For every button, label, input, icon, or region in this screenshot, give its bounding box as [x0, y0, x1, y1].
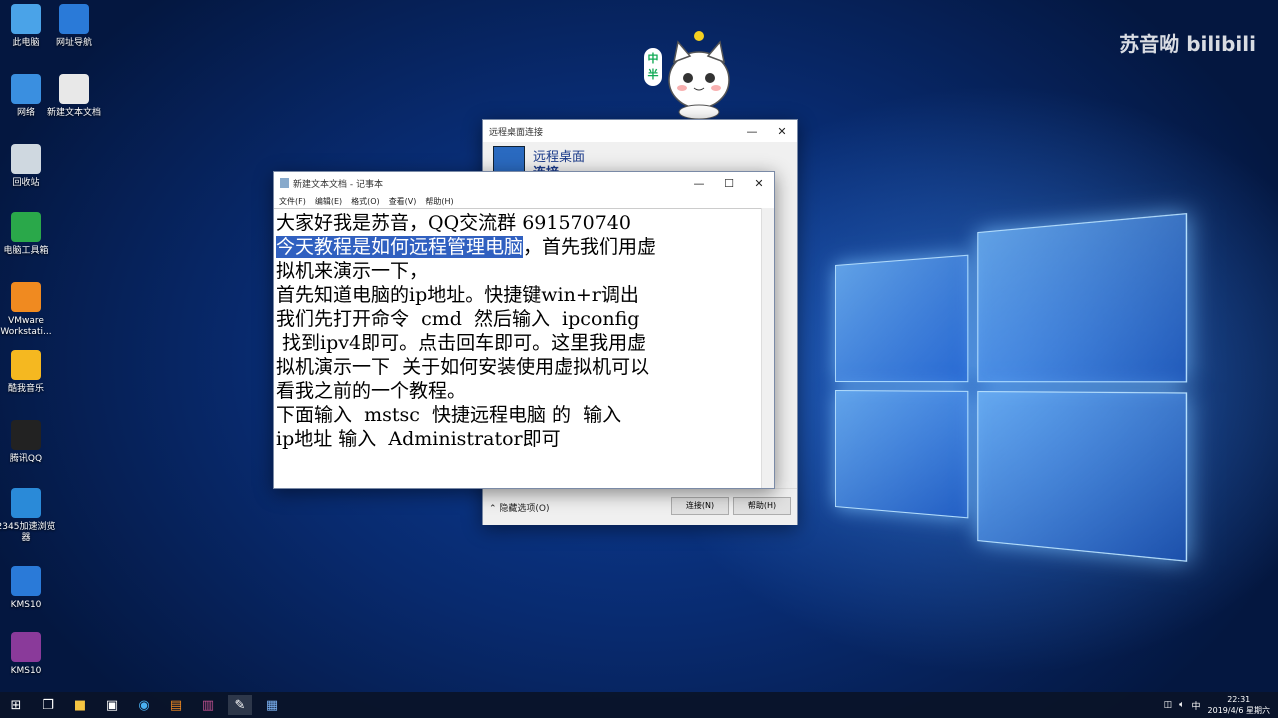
clock[interactable]: 22:31 2019/4/6 星期六: [1208, 694, 1270, 716]
selected-text: 今天教程是如何远程管理电脑: [276, 236, 524, 258]
task-view-icon[interactable]: ❐: [36, 695, 60, 715]
desktop-icon[interactable]: 2345加速浏览器: [0, 488, 56, 544]
notepad-icon: [280, 178, 289, 188]
ime-indicator[interactable]: 中: [1192, 699, 1201, 712]
sticker-text: 中半: [644, 48, 662, 86]
menu-file[interactable]: 文件(F): [279, 196, 306, 207]
app-icon: [11, 420, 41, 450]
app-icon: [11, 566, 41, 596]
rdp-options-toggle[interactable]: ⌃ 隐藏选项(O): [489, 501, 550, 514]
desktop-icon-label: 网址导航: [55, 38, 92, 48]
network-icon[interactable]: ◫: [1164, 700, 1173, 710]
windows-logo-wallpaper: [835, 188, 1191, 572]
app-icon: [11, 350, 41, 380]
maximize-icon[interactable]: ☐: [714, 177, 744, 190]
notepad-menubar: 文件(F) 编辑(E) 格式(O) 查看(V) 帮助(H): [274, 194, 774, 208]
desktop-icon-label: KMS10: [10, 666, 42, 676]
rar-icon[interactable]: ▥: [196, 695, 220, 715]
text-line: 看我之前的一个教程。: [276, 380, 467, 402]
desktop-icon[interactable]: KMS10: [0, 566, 56, 611]
text-line: 拟机演示一下 关于如何安装使用虚拟机可以: [276, 356, 650, 378]
text-line: 今天教程是如何远程管理电脑，首先我们用虚: [276, 235, 760, 259]
text-line: 我们先打开命令 cmd 然后输入 ipconfig: [276, 308, 640, 330]
cat-sticker: [668, 31, 730, 120]
close-icon[interactable]: ✕: [767, 125, 797, 138]
text-line: 拟机来演示一下，: [276, 260, 429, 282]
connect-button[interactable]: 连接(N): [671, 497, 729, 515]
notepad-title: 新建文本文档 - 记事本: [293, 179, 383, 190]
minimize-icon[interactable]: —: [684, 177, 714, 190]
desktop-icon-label: KMS10: [10, 600, 42, 610]
notepad-window[interactable]: 新建文本文档 - 记事本 — ☐ ✕ 文件(F) 编辑(E) 格式(O) 查看(…: [273, 171, 775, 489]
desktop-icon[interactable]: 电脑工具箱: [0, 212, 56, 257]
vertical-scrollbar[interactable]: [761, 208, 774, 488]
menu-view[interactable]: 查看(V): [389, 196, 417, 207]
menu-format[interactable]: 格式(O): [351, 196, 380, 207]
app-icon: [59, 4, 89, 34]
app-icon: [11, 282, 41, 312]
desktop-icon[interactable]: VMware Workstati...: [0, 282, 56, 338]
minimize-icon[interactable]: —: [737, 125, 767, 138]
desktop-icon-label: 回收站: [12, 178, 40, 188]
chevron-up-icon: ⌃: [489, 504, 497, 514]
rdp-options-label: 隐藏选项(O): [499, 504, 550, 514]
app-icon: [11, 4, 41, 34]
explorer-icon[interactable]: ■: [68, 695, 92, 715]
vmware-icon[interactable]: ▤: [164, 695, 188, 715]
text-line: ip地址 输入 Administrator即可: [276, 428, 561, 450]
text-line: 首先知道电脑的ip地址。快捷键win+r调出: [276, 284, 639, 306]
rdp-icon[interactable]: ▦: [260, 695, 284, 715]
menu-edit[interactable]: 编辑(E): [315, 196, 342, 207]
rdp-title: 远程桌面连接: [489, 127, 544, 138]
app-icon: [11, 632, 41, 662]
desktop-icon[interactable]: KMS10: [0, 632, 56, 677]
desktop-icon[interactable]: 网址导航: [44, 4, 104, 49]
text-line-rest: ，首先我们用虚: [523, 236, 657, 258]
close-icon[interactable]: ✕: [744, 177, 774, 190]
text-line: 下面输入 mstsc 快捷远程电脑 的 输入: [276, 404, 622, 426]
desktop-icon[interactable]: 新建文本文档: [44, 74, 104, 119]
notepad-text-area[interactable]: 大家好我是苏音，QQ交流群 691570740 今天教程是如何远程管理电脑，首先我…: [274, 208, 762, 488]
desktop-icon[interactable]: 回收站: [0, 144, 56, 189]
volume-icon[interactable]: 🔈︎: [1179, 700, 1184, 710]
notepad-titlebar[interactable]: 新建文本文档 - 记事本 — ☐ ✕: [274, 172, 774, 194]
desktop-icon-label: VMware Workstati...: [0, 316, 52, 337]
rdp-titlebar[interactable]: 远程桌面连接 — ✕: [483, 120, 797, 142]
help-button[interactable]: 帮助(H): [733, 497, 791, 515]
store-icon[interactable]: ▣: [100, 695, 124, 715]
system-tray: ◫ 🔈︎ 中 22:31 2019/4/6 星期六: [1164, 694, 1278, 716]
desktop-icon-label: 酷我音乐: [7, 384, 44, 394]
browser-icon[interactable]: ◉: [132, 695, 156, 715]
desktop-icon[interactable]: 腾讯QQ: [0, 420, 56, 465]
app-icon: [11, 488, 41, 518]
clock-date: 2019/4/6 星期六: [1207, 706, 1270, 715]
text-line: 大家好我是苏音，QQ交流群 691570740: [276, 212, 631, 234]
text-line: 找到ipv4即可。点击回车即可。这里我用虚: [276, 332, 647, 354]
notepad-icon[interactable]: ✎: [228, 695, 252, 715]
app-icon: [59, 74, 89, 104]
desktop-icon[interactable]: 酷我音乐: [0, 350, 56, 395]
menu-help[interactable]: 帮助(H): [425, 196, 453, 207]
taskbar: ⊞ ❐ ■ ▣ ◉ ▤ ▥ ✎ ▦ ◫ 🔈︎ 中 22:31 2019/4/6 …: [0, 692, 1278, 718]
app-icon: [11, 212, 41, 242]
desktop-icon-label: 电脑工具箱: [3, 246, 49, 256]
clock-time: 22:31: [1227, 695, 1251, 704]
bilibili-watermark: 苏音呦 bilibili: [1119, 32, 1256, 56]
start-icon[interactable]: ⊞: [4, 695, 28, 715]
desktop-icon-label: 2345加速浏览器: [0, 522, 56, 543]
desktop-icon-label: 新建文本文档: [46, 108, 101, 118]
desktop-icon-label: 腾讯QQ: [9, 454, 43, 464]
app-icon: [11, 144, 41, 174]
app-icon: [11, 74, 41, 104]
